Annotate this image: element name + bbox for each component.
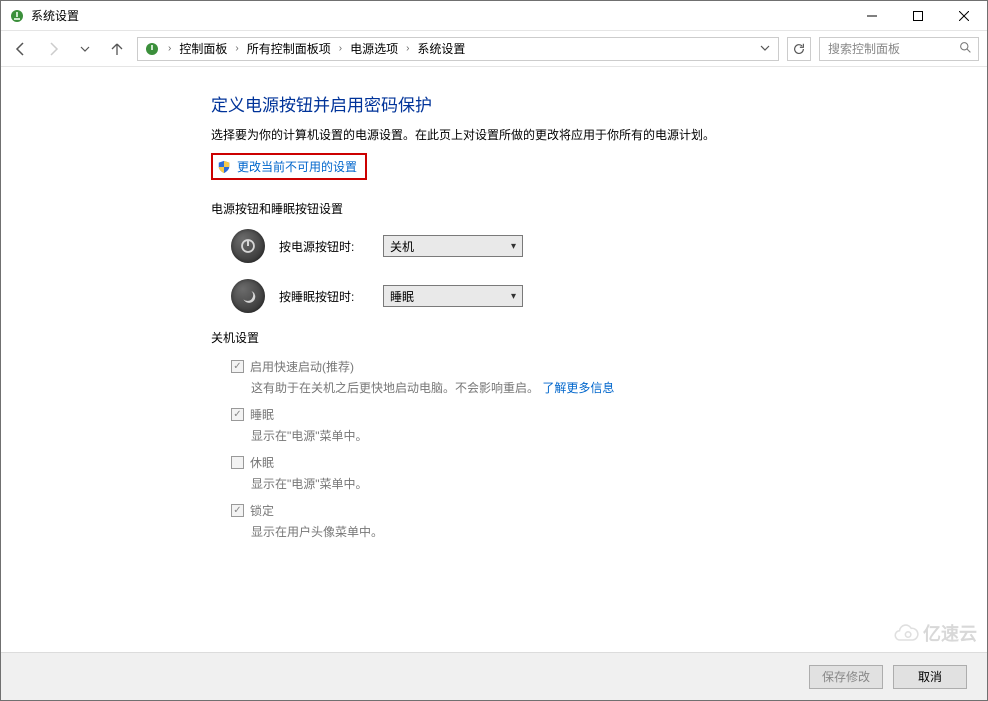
breadcrumb-root-icon[interactable]	[142, 41, 162, 57]
chevron-down-icon: ▾	[511, 291, 516, 302]
sleep-button-action-select[interactable]: 睡眠 ▾	[383, 285, 523, 307]
chevron-right-icon[interactable]: ›	[404, 43, 411, 54]
shutdown-settings-heading: 关机设置	[211, 329, 831, 346]
breadcrumb-box[interactable]: › 控制面板 › 所有控制面板项 › 电源选项 › 系统设置	[137, 37, 779, 61]
fast-startup-label: 启用快速启动(推荐)	[250, 358, 354, 375]
breadcrumb-item-3[interactable]: 系统设置	[415, 40, 467, 57]
lock-item: 锁定 显示在用户头像菜单中。	[231, 502, 831, 540]
page-title: 定义电源按钮并启用密码保护	[211, 91, 831, 116]
sleep-desc: 显示在"电源"菜单中。	[251, 427, 831, 444]
power-buttons-heading: 电源按钮和睡眠按钮设置	[211, 200, 831, 217]
admin-link-highlight: 更改当前不可用的设置	[211, 153, 367, 180]
power-button-action-select[interactable]: 关机 ▾	[383, 235, 523, 257]
lock-desc: 显示在用户头像菜单中。	[251, 523, 831, 540]
recent-locations-button[interactable]	[73, 37, 97, 61]
address-dropdown-button[interactable]	[756, 42, 774, 56]
shield-icon	[217, 160, 231, 174]
cancel-button[interactable]: 取消	[893, 665, 967, 689]
up-button[interactable]	[105, 37, 129, 61]
fast-startup-checkbox	[231, 360, 244, 373]
sleep-item: 睡眠 显示在"电源"菜单中。	[231, 406, 831, 444]
sleep-button-label: 按睡眠按钮时:	[279, 288, 369, 305]
window-title: 系统设置	[31, 7, 79, 24]
footer-bar: 保存修改 取消	[1, 652, 987, 700]
content-area: 定义电源按钮并启用密码保护 选择要为你的计算机设置的电源设置。在此页上对设置所做…	[1, 67, 987, 652]
close-button[interactable]	[941, 1, 987, 31]
maximize-button[interactable]	[895, 1, 941, 31]
sleep-icon	[231, 279, 265, 313]
power-button-label: 按电源按钮时:	[279, 238, 369, 255]
power-icon	[231, 229, 265, 263]
window: 系统设置	[0, 0, 988, 701]
hibernate-checkbox	[231, 456, 244, 469]
back-button[interactable]	[9, 37, 33, 61]
sleep-label: 睡眠	[250, 406, 274, 423]
sleep-button-row: 按睡眠按钮时: 睡眠 ▾	[231, 279, 831, 313]
sleep-button-action-value: 睡眠	[390, 288, 414, 305]
fast-startup-item: 启用快速启动(推荐) 这有助于在关机之后更快地启动电脑。不会影响重启。 了解更多…	[231, 358, 831, 396]
power-button-row: 按电源按钮时: 关机 ▾	[231, 229, 831, 263]
learn-more-link[interactable]: 了解更多信息	[542, 381, 614, 395]
change-unavailable-settings-link[interactable]: 更改当前不可用的设置	[237, 158, 357, 175]
chevron-right-icon[interactable]: ›	[166, 43, 173, 54]
breadcrumb-item-2[interactable]: 电源选项	[348, 40, 400, 57]
save-button[interactable]: 保存修改	[809, 665, 883, 689]
hibernate-label: 休眠	[250, 454, 274, 471]
forward-button[interactable]	[41, 37, 65, 61]
fast-startup-desc: 这有助于在关机之后更快地启动电脑。不会影响重启。	[251, 381, 539, 395]
chevron-down-icon: ▾	[511, 241, 516, 252]
shutdown-settings-group: 启用快速启动(推荐) 这有助于在关机之后更快地启动电脑。不会影响重启。 了解更多…	[211, 358, 831, 540]
app-icon	[9, 8, 25, 24]
search-icon[interactable]	[959, 41, 972, 57]
address-bar: › 控制面板 › 所有控制面板项 › 电源选项 › 系统设置	[1, 31, 987, 67]
minimize-button[interactable]	[849, 1, 895, 31]
sleep-checkbox	[231, 408, 244, 421]
refresh-button[interactable]	[787, 37, 811, 61]
page-description: 选择要为你的计算机设置的电源设置。在此页上对设置所做的更改将应用于你所有的电源计…	[211, 126, 831, 145]
search-input[interactable]	[826, 41, 955, 57]
titlebar: 系统设置	[1, 1, 987, 31]
power-button-action-value: 关机	[390, 238, 414, 255]
lock-checkbox	[231, 504, 244, 517]
breadcrumb-item-1[interactable]: 所有控制面板项	[245, 40, 333, 57]
breadcrumb-item-0[interactable]: 控制面板	[177, 40, 229, 57]
hibernate-item: 休眠 显示在"电源"菜单中。	[231, 454, 831, 492]
chevron-right-icon[interactable]: ›	[337, 43, 344, 54]
hibernate-desc: 显示在"电源"菜单中。	[251, 475, 831, 492]
lock-label: 锁定	[250, 502, 274, 519]
search-box[interactable]	[819, 37, 979, 61]
chevron-right-icon[interactable]: ›	[233, 43, 240, 54]
